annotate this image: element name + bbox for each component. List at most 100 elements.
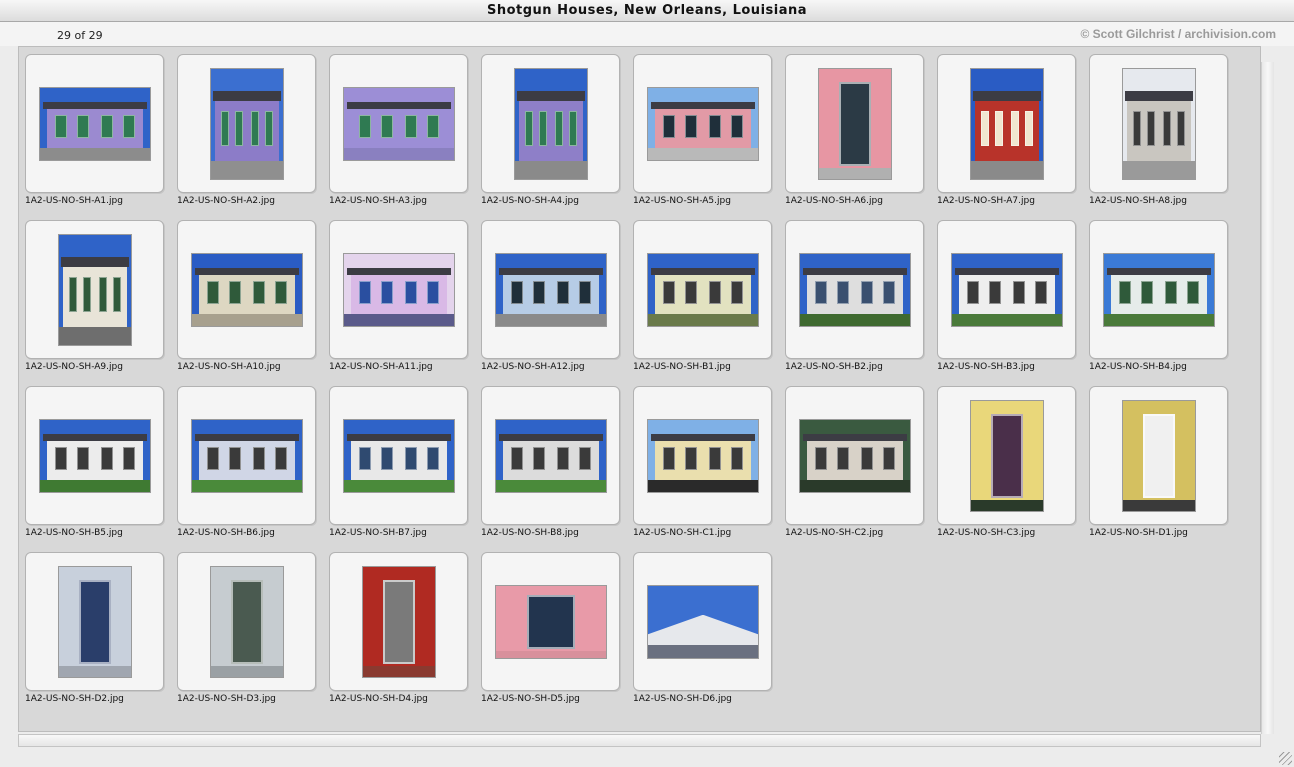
thumbnail-item[interactable]: 1A2-US-NO-SH-A6.jpg <box>779 47 924 207</box>
thumbnail-item[interactable]: 1A2-US-NO-SH-B6.jpg <box>171 379 316 539</box>
thumbnail-item[interactable]: 1A2-US-NO-SH-A10.jpg <box>171 213 316 373</box>
thumbnail-item[interactable]: 1A2-US-NO-SH-A4.jpg <box>475 47 620 207</box>
slide-mount[interactable] <box>25 220 164 359</box>
thumbnail-image[interactable] <box>1122 400 1196 512</box>
slide-mount[interactable] <box>481 386 620 525</box>
thumbnail-image[interactable] <box>514 68 588 180</box>
slide-mount[interactable] <box>329 552 468 691</box>
thumbnail-item[interactable]: 1A2-US-NO-SH-C2.jpg <box>779 379 924 539</box>
thumbnail-item[interactable]: 1A2-US-NO-SH-B4.jpg <box>1083 213 1228 373</box>
door-shape <box>79 580 111 664</box>
slide-mount[interactable] <box>633 54 772 193</box>
slide-mount[interactable] <box>633 386 772 525</box>
slide-mount[interactable] <box>329 54 468 193</box>
thumbnail-image[interactable] <box>343 253 455 327</box>
window-shape <box>235 110 244 146</box>
slide-mount[interactable] <box>1089 54 1228 193</box>
slide-mount[interactable] <box>937 54 1076 193</box>
thumbnail-image[interactable] <box>39 419 151 493</box>
thumbnail-item[interactable]: 1A2-US-NO-SH-A3.jpg <box>323 47 468 207</box>
thumbnail-item[interactable]: 1A2-US-NO-SH-A12.jpg <box>475 213 620 373</box>
thumbnail-item[interactable]: 1A2-US-NO-SH-B7.jpg <box>323 379 468 539</box>
slide-mount[interactable] <box>937 386 1076 525</box>
thumbnail-image[interactable] <box>210 566 284 678</box>
window-shape <box>221 110 229 146</box>
thumbnail-image[interactable] <box>818 68 892 180</box>
thumbnail-image[interactable] <box>1122 68 1196 180</box>
slide-mount[interactable] <box>785 54 924 193</box>
thumbnail-item[interactable]: 1A2-US-NO-SH-C1.jpg <box>627 379 772 539</box>
thumbnail-image[interactable] <box>495 585 607 659</box>
thumbnail-item[interactable]: 1A2-US-NO-SH-D1.jpg <box>1083 379 1228 539</box>
thumbnail-grid[interactable]: 1A2-US-NO-SH-A1.jpg 1A2-US-NO-SH-A2.jpg 1A… <box>18 46 1261 732</box>
thumbnail-image[interactable] <box>951 253 1063 327</box>
thumbnail-image[interactable] <box>210 68 284 180</box>
horizontal-scrollbar[interactable] <box>18 734 1261 747</box>
slide-mount[interactable] <box>785 220 924 359</box>
window-shape <box>533 281 546 305</box>
slide-mount[interactable] <box>177 386 316 525</box>
slide-mount[interactable] <box>481 220 620 359</box>
thumbnail-image[interactable] <box>970 68 1044 180</box>
thumbnail-item[interactable]: 1A2-US-NO-SH-B2.jpg <box>779 213 924 373</box>
slide-mount[interactable] <box>25 54 164 193</box>
thumbnail-image[interactable] <box>362 566 436 678</box>
ground-shape <box>496 650 606 658</box>
vertical-scrollbar[interactable] <box>1261 62 1274 734</box>
thumbnail-image[interactable] <box>58 566 132 678</box>
thumbnail-image[interactable] <box>799 253 911 327</box>
window-shape <box>1025 110 1033 146</box>
slide-mount[interactable] <box>25 386 164 525</box>
thumbnail-image[interactable] <box>343 87 455 161</box>
window-shape <box>359 447 372 471</box>
thumbnail-item[interactable]: 1A2-US-NO-SH-A1.jpg <box>19 47 164 207</box>
thumbnail-item[interactable]: 1A2-US-NO-SH-D6.jpg <box>627 545 772 705</box>
thumbnail-item[interactable]: 1A2-US-NO-SH-D5.jpg <box>475 545 620 705</box>
thumbnail-item[interactable]: 1A2-US-NO-SH-A11.jpg <box>323 213 468 373</box>
thumbnail-image[interactable] <box>39 87 151 161</box>
thumbnail-item[interactable]: 1A2-US-NO-SH-A7.jpg <box>931 47 1076 207</box>
slide-mount[interactable] <box>1089 386 1228 525</box>
thumbnail-image[interactable] <box>58 234 132 346</box>
slide-mount[interactable] <box>1089 220 1228 359</box>
thumbnail-image[interactable] <box>191 419 303 493</box>
thumbnail-image[interactable] <box>647 87 759 161</box>
thumbnail-image[interactable] <box>647 419 759 493</box>
thumbnail-item[interactable]: 1A2-US-NO-SH-B5.jpg <box>19 379 164 539</box>
slide-mount[interactable] <box>481 552 620 691</box>
thumbnail-item[interactable]: 1A2-US-NO-SH-D3.jpg <box>171 545 316 705</box>
thumbnail-item[interactable]: 1A2-US-NO-SH-D2.jpg <box>19 545 164 705</box>
thumbnail-item[interactable]: 1A2-US-NO-SH-A2.jpg <box>171 47 316 207</box>
slide-mount[interactable] <box>481 54 620 193</box>
slide-mount[interactable] <box>329 220 468 359</box>
slide-mount[interactable] <box>177 54 316 193</box>
thumbnail-item[interactable]: 1A2-US-NO-SH-A9.jpg <box>19 213 164 373</box>
thumbnail-item[interactable]: 1A2-US-NO-SH-B3.jpg <box>931 213 1076 373</box>
thumbnail-item[interactable]: 1A2-US-NO-SH-A5.jpg <box>627 47 772 207</box>
thumbnail-image[interactable] <box>647 585 759 659</box>
slide-mount[interactable] <box>329 386 468 525</box>
slide-mount[interactable] <box>937 220 1076 359</box>
thumbnail-image[interactable] <box>343 419 455 493</box>
window-shape <box>815 447 828 471</box>
thumbnail-item[interactable]: 1A2-US-NO-SH-C3.jpg <box>931 379 1076 539</box>
slide-mount[interactable] <box>633 220 772 359</box>
thumbnail-image[interactable] <box>495 253 607 327</box>
thumbnail-image[interactable] <box>970 400 1044 512</box>
window-shape <box>1010 110 1019 146</box>
thumbnail-image[interactable] <box>495 419 607 493</box>
slide-mount[interactable] <box>25 552 164 691</box>
thumbnail-image[interactable] <box>1103 253 1215 327</box>
slide-mount[interactable] <box>633 552 772 691</box>
slide-mount[interactable] <box>177 552 316 691</box>
thumbnail-image[interactable] <box>799 419 911 493</box>
resize-grip-icon[interactable] <box>1279 752 1292 765</box>
thumbnail-image[interactable] <box>191 253 303 327</box>
slide-mount[interactable] <box>177 220 316 359</box>
thumbnail-item[interactable]: 1A2-US-NO-SH-D4.jpg <box>323 545 468 705</box>
thumbnail-item[interactable]: 1A2-US-NO-SH-B1.jpg <box>627 213 772 373</box>
slide-mount[interactable] <box>785 386 924 525</box>
thumbnail-item[interactable]: 1A2-US-NO-SH-A8.jpg <box>1083 47 1228 207</box>
thumbnail-item[interactable]: 1A2-US-NO-SH-B8.jpg <box>475 379 620 539</box>
thumbnail-image[interactable] <box>647 253 759 327</box>
